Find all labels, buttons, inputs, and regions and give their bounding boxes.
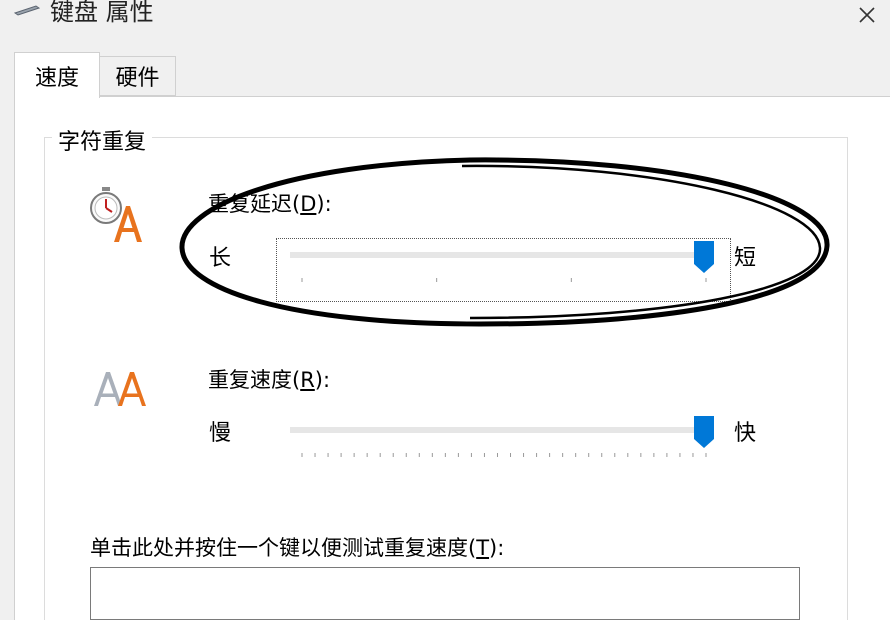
rate-slider-ticks: [301, 453, 707, 457]
keyboard-icon: [14, 5, 40, 16]
test-repeat-hotkey: T: [476, 536, 490, 560]
repeat-delay-slider[interactable]: [276, 238, 731, 302]
repeat-delay-label: 重复延迟(D):: [208, 192, 332, 216]
rate-slider-track[interactable]: [290, 427, 706, 433]
stopwatch-letter-icon: [90, 187, 142, 242]
delay-max-label: 短: [734, 246, 757, 271]
double-letter-icon: [94, 372, 146, 406]
delay-slider-track[interactable]: [290, 252, 706, 258]
delay-min-label: 长: [209, 246, 232, 271]
tab-hardware[interactable]: 硬件: [100, 56, 176, 96]
repeat-rate-hotkey: R: [300, 368, 315, 392]
rate-max-label: 快: [734, 421, 757, 446]
repeat-delay-hotkey: D: [300, 192, 317, 216]
tab-speed[interactable]: 速度: [14, 52, 100, 98]
rate-slider-thumb[interactable]: [693, 415, 715, 449]
test-repeat-input[interactable]: [90, 567, 800, 620]
test-repeat-label: 单击此处并按住一个键以便测试重复速度(T):: [90, 536, 505, 560]
close-icon: [859, 7, 875, 23]
group-legend: 字符重复: [52, 124, 153, 156]
repeat-rate-label: 重复速度(R):: [208, 368, 331, 392]
window-title: 键盘 属性: [50, 0, 154, 26]
title-bar: 键盘 属性: [0, 0, 890, 36]
delay-slider-ticks: [301, 278, 707, 282]
rate-min-label: 慢: [209, 421, 232, 446]
delay-slider-thumb[interactable]: [693, 240, 715, 274]
close-button[interactable]: [844, 0, 890, 30]
